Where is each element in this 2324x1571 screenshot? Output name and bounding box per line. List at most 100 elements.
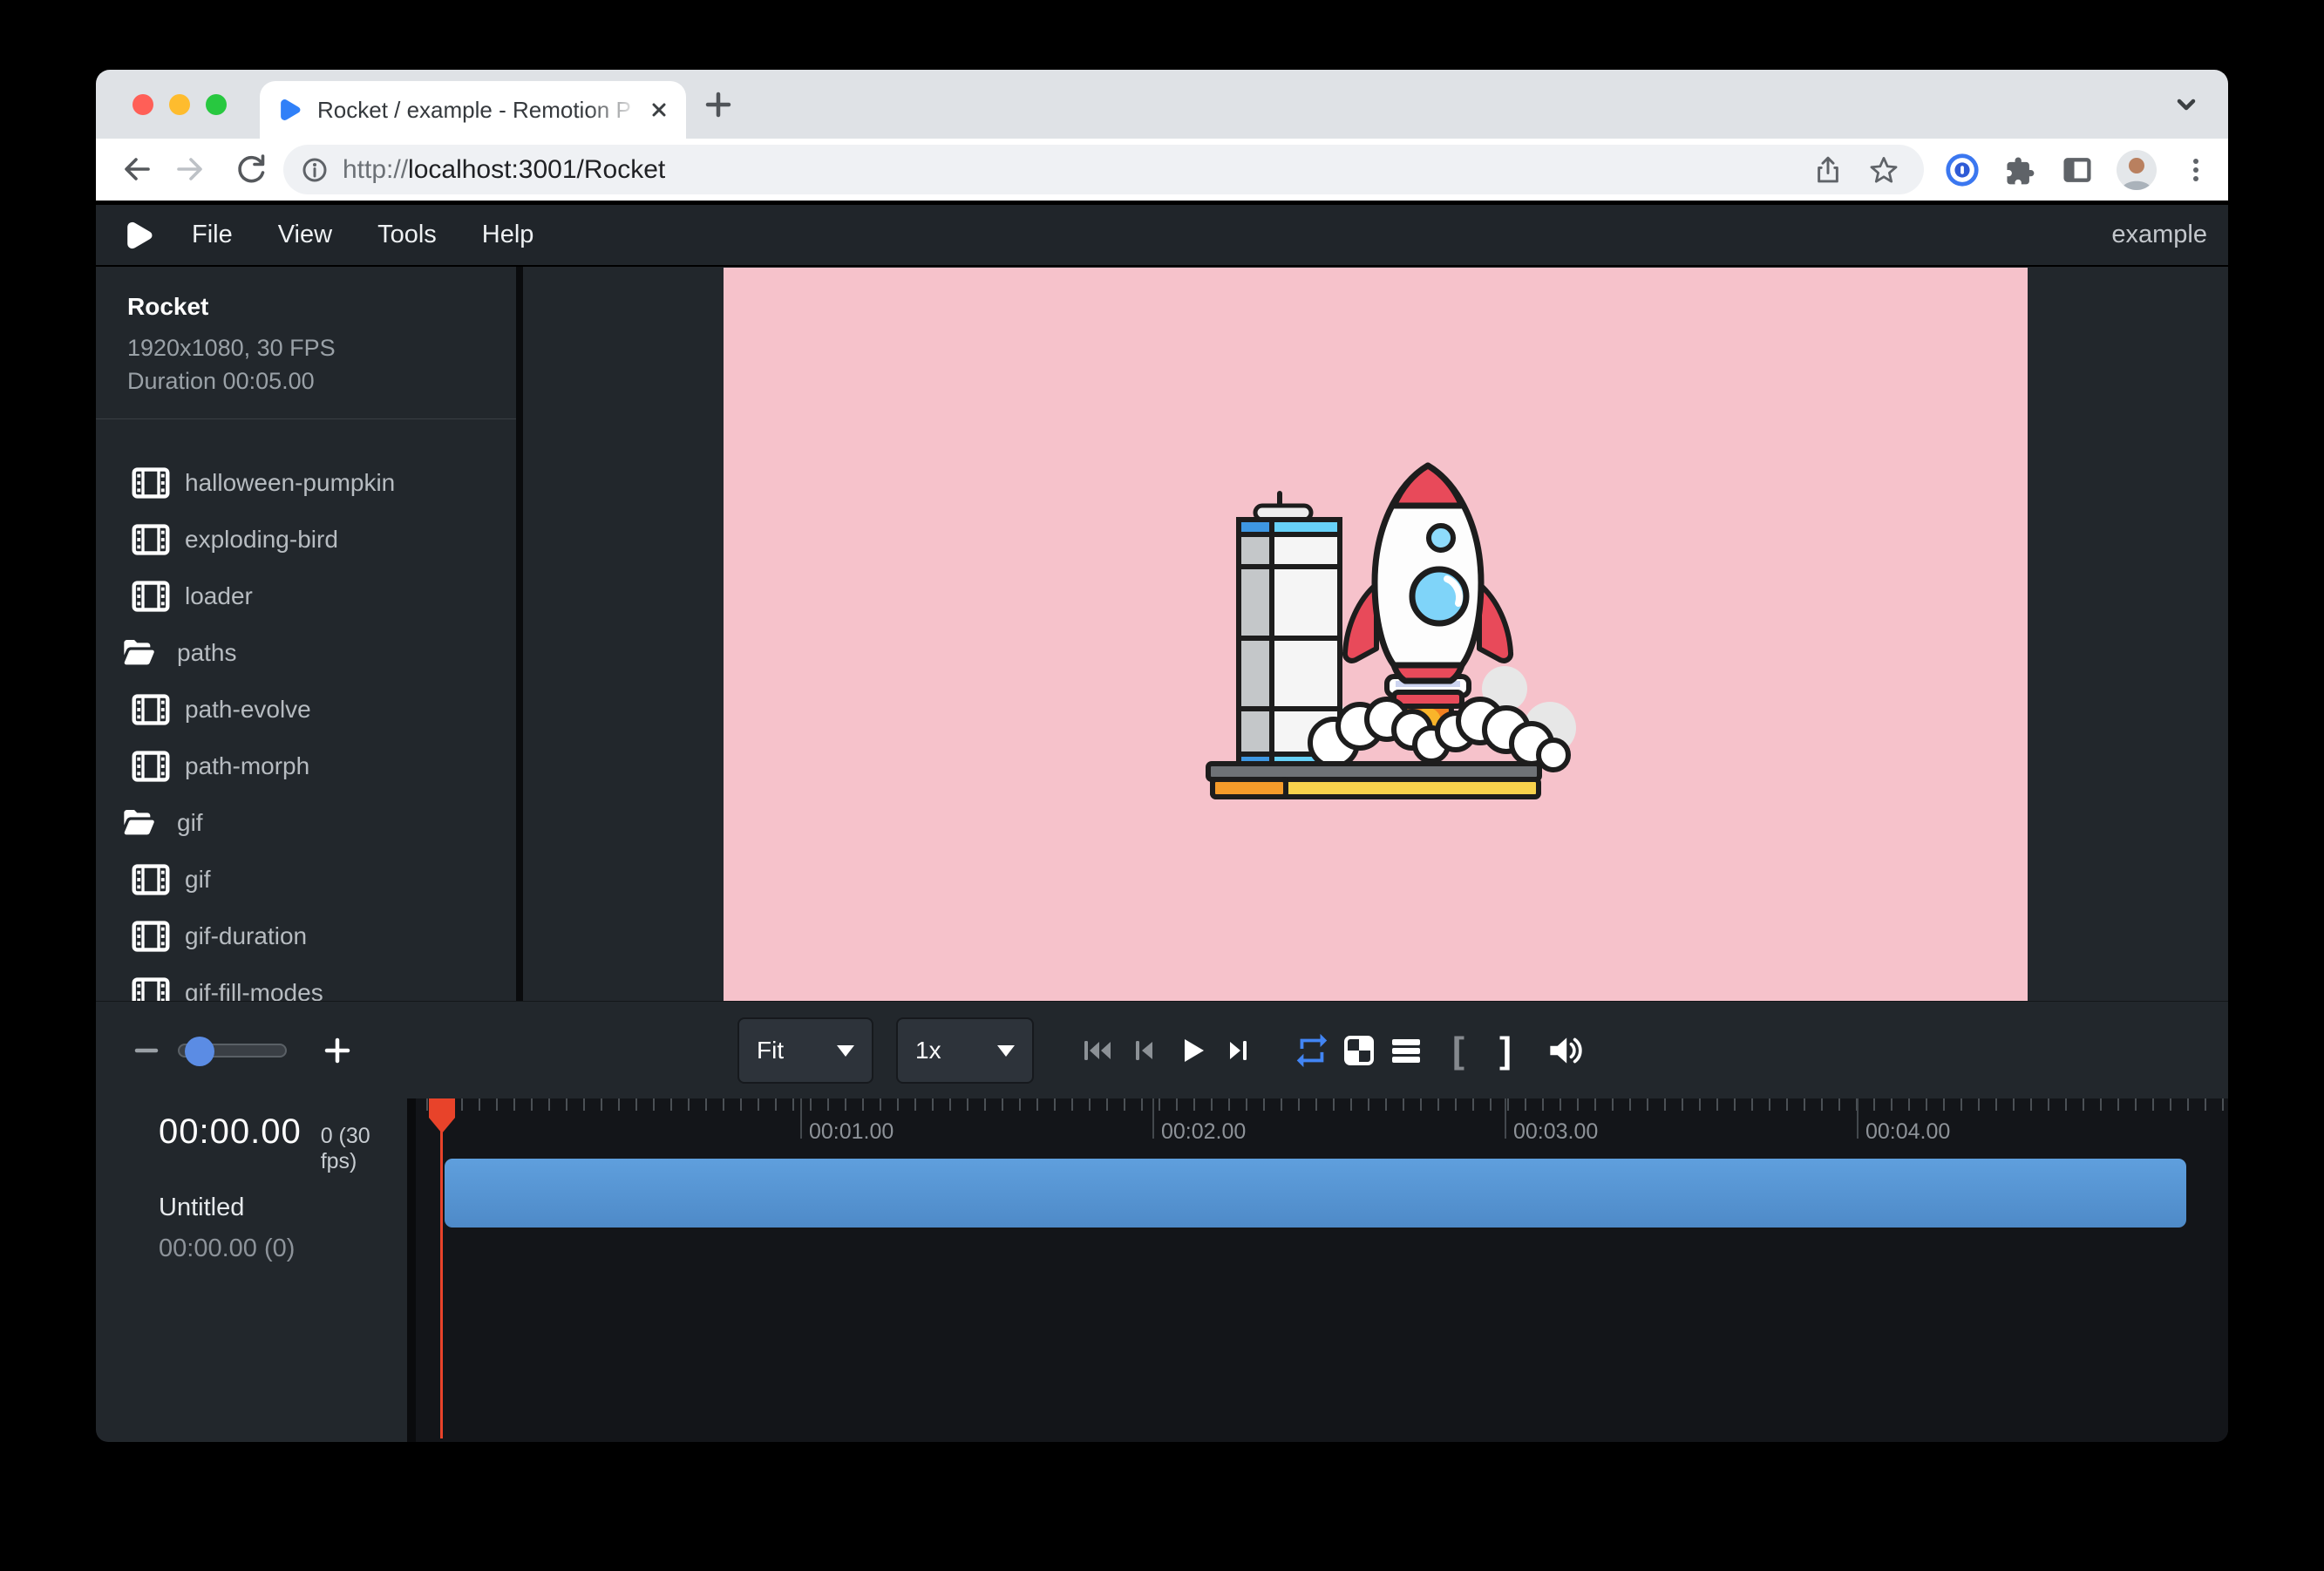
profile-avatar[interactable] xyxy=(2115,148,2158,192)
url-text: http://localhost:3001/Rocket xyxy=(343,155,665,185)
size-select-value: Fit xyxy=(757,1037,784,1064)
playhead-marker[interactable] xyxy=(429,1098,455,1133)
ruler-tick xyxy=(1505,1098,1506,1139)
player-toolbar: Fit 1x xyxy=(96,1001,2228,1098)
zoom-slider-thumb[interactable] xyxy=(185,1037,214,1066)
minimize-window-button[interactable] xyxy=(169,94,190,115)
menu-help[interactable]: Help xyxy=(482,221,534,249)
composition-list: halloween-pumpkin exploding-bird loader … xyxy=(96,419,516,1001)
film-icon xyxy=(132,751,170,782)
sequence-bar[interactable] xyxy=(445,1159,2186,1228)
traffic-lights xyxy=(133,94,227,115)
track-name-label: Untitled xyxy=(159,1194,407,1222)
folder-open-icon xyxy=(118,806,160,840)
composition-duration: Duration 00:05.00 xyxy=(127,364,516,398)
composition-info: Rocket 1920x1080, 30 FPS Duration 00:05.… xyxy=(96,267,516,398)
ruler-label: 00:04.00 xyxy=(1865,1119,1950,1145)
url-path: localhost:3001/Rocket xyxy=(408,155,665,184)
tab-search-chevron-icon[interactable] xyxy=(2167,85,2205,124)
preview-canvas xyxy=(724,268,2028,1001)
sidebar-item-halloween-pumpkin[interactable]: halloween-pumpkin xyxy=(96,454,516,511)
film-icon xyxy=(132,921,170,952)
in-out-controls: [ ] xyxy=(1435,1002,1588,1099)
timeline-track-area[interactable]: 00:01.00 00:02.00 00:03.00 00:04.00 xyxy=(416,1098,2228,1442)
app-menu-bar: File View Tools Help example xyxy=(96,205,2228,267)
project-name-label[interactable]: example xyxy=(2111,221,2207,249)
next-frame-icon[interactable] xyxy=(1215,1027,1262,1074)
timeline-zoom-slider[interactable] xyxy=(178,1044,287,1058)
sidebar-item-path-evolve[interactable]: path-evolve xyxy=(96,681,516,738)
timeline-zoom-controls xyxy=(127,1002,357,1099)
ruler-tick xyxy=(800,1098,802,1139)
ruler-label: 00:03.00 xyxy=(1513,1119,1598,1145)
sidebar-folder-paths[interactable]: paths xyxy=(96,624,516,681)
forward-icon[interactable] xyxy=(171,150,209,188)
ruler-tick xyxy=(1152,1098,1154,1139)
url-scheme: http:// xyxy=(343,155,408,184)
loop-icon[interactable] xyxy=(1288,1027,1335,1074)
timeline-sequences-icon[interactable] xyxy=(1383,1027,1430,1074)
film-icon xyxy=(132,581,170,612)
volume-icon[interactable] xyxy=(1538,1027,1588,1074)
zoom-out-icon[interactable] xyxy=(127,1027,166,1074)
bookmark-star-icon[interactable] xyxy=(1865,151,1903,189)
browser-menu-icon[interactable] xyxy=(2176,150,2216,190)
film-icon xyxy=(132,467,170,499)
size-select[interactable]: Fit xyxy=(737,1017,873,1084)
new-tab-button[interactable] xyxy=(699,85,737,124)
timeline-info-panel: 00:00.00 0 (30 fps) Untitled 00:00.00 (0… xyxy=(96,1098,416,1442)
extensions-puzzle-icon[interactable] xyxy=(2000,150,2040,190)
fullscreen-window-button[interactable] xyxy=(206,94,227,115)
browser-toolbar: http://localhost:3001/Rocket xyxy=(96,139,2228,201)
browser-tab[interactable]: Rocket / example - Remotion P xyxy=(260,81,686,139)
film-icon xyxy=(132,977,170,1002)
sidebar-item-path-morph[interactable]: path-morph xyxy=(96,738,516,794)
chevron-down-icon xyxy=(997,1045,1015,1057)
close-window-button[interactable] xyxy=(133,94,153,115)
film-icon xyxy=(132,694,170,725)
previous-frame-icon[interactable] xyxy=(1121,1027,1168,1074)
ruler-label: 00:02.00 xyxy=(1161,1119,1246,1145)
menu-tools[interactable]: Tools xyxy=(377,221,437,249)
composition-title: Rocket xyxy=(127,293,516,321)
playback-controls xyxy=(1074,1002,1262,1099)
sidebar-item-gif[interactable]: gif xyxy=(96,851,516,908)
ruler-label: 00:01.00 xyxy=(809,1119,894,1145)
timeline-panel: 00:00.00 0 (30 fps) Untitled 00:00.00 (0… xyxy=(96,1098,2228,1442)
password-manager-icon[interactable] xyxy=(1942,150,1982,190)
timeline-ruler[interactable] xyxy=(416,1098,2228,1111)
address-bar[interactable]: http://localhost:3001/Rocket xyxy=(283,145,1924,194)
skip-to-start-icon[interactable] xyxy=(1074,1027,1121,1074)
playback-rate-select[interactable]: 1x xyxy=(896,1017,1034,1084)
composition-resolution: 1920x1080, 30 FPS xyxy=(127,331,516,364)
ruler-tick xyxy=(1857,1098,1859,1139)
track-time-label: 00:00.00 (0) xyxy=(159,1234,407,1263)
remotion-logo-icon[interactable] xyxy=(122,218,157,253)
film-icon xyxy=(132,524,170,555)
sidebar-item-exploding-bird[interactable]: exploding-bird xyxy=(96,511,516,568)
sidebar-folder-gif[interactable]: gif xyxy=(96,794,516,851)
sidebar-item-gif-duration[interactable]: gif-duration xyxy=(96,908,516,964)
playback-rate-value: 1x xyxy=(915,1037,941,1064)
play-icon[interactable] xyxy=(1168,1027,1215,1074)
sidebar-item-loader[interactable]: loader xyxy=(96,568,516,624)
tab-close-icon[interactable] xyxy=(646,97,672,123)
site-info-icon[interactable] xyxy=(297,153,332,187)
playhead-line xyxy=(440,1098,443,1438)
browser-window: Rocket / example - Remotion P http://loc… xyxy=(96,70,2228,1442)
rocket-illustration xyxy=(1184,453,1585,820)
side-panel-icon[interactable] xyxy=(2057,150,2097,190)
preview-area xyxy=(523,267,2228,1001)
transparency-checkerboard-icon[interactable] xyxy=(1335,1027,1383,1074)
share-icon[interactable] xyxy=(1809,151,1847,189)
zoom-in-icon[interactable] xyxy=(318,1027,357,1074)
folder-open-icon xyxy=(118,636,160,670)
back-icon[interactable] xyxy=(118,150,156,188)
menu-file[interactable]: File xyxy=(192,221,233,249)
film-icon xyxy=(132,864,170,895)
in-point-bracket-icon[interactable]: [ xyxy=(1435,1030,1482,1071)
reload-icon[interactable] xyxy=(232,150,270,188)
out-point-bracket-icon[interactable]: ] xyxy=(1482,1030,1529,1071)
sidebar-item-gif-fill-modes[interactable]: gif-fill-modes xyxy=(96,964,516,1001)
menu-view[interactable]: View xyxy=(278,221,332,249)
